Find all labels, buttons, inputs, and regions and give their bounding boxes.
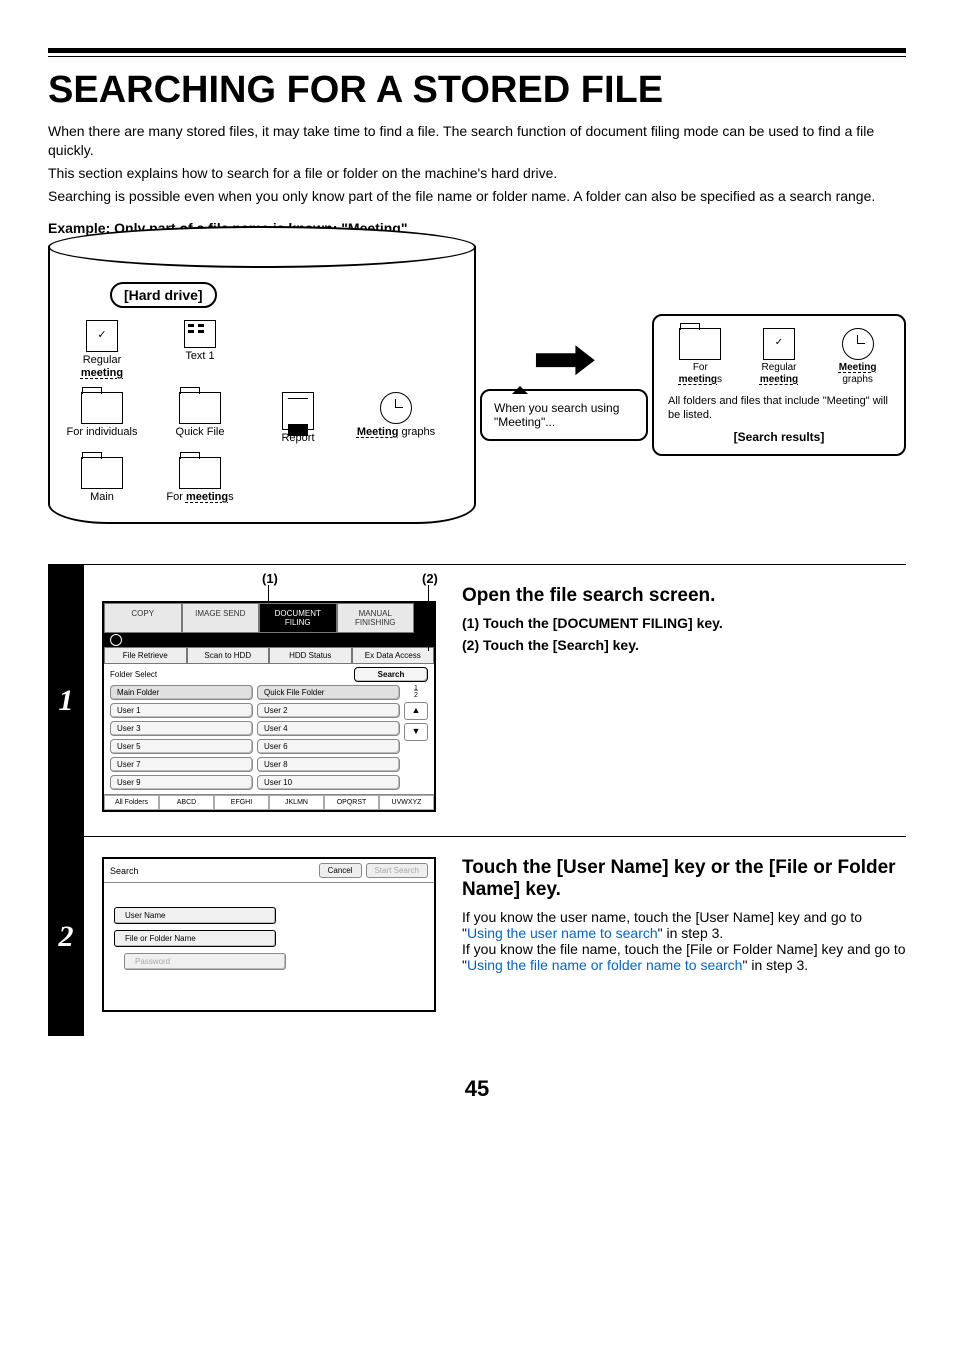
folder-select-label: Folder Select [110, 670, 350, 679]
step1-line1: (1) Touch the [DOCUMENT FILING] key. [462, 615, 906, 631]
doc-check-icon [86, 320, 118, 352]
screen-search: Search Cancel Start Search User Name Fil… [102, 857, 436, 1012]
user-button[interactable]: User 2 [257, 703, 400, 718]
scroll-up-button[interactable]: ▲ [404, 702, 428, 720]
result-graphs: Meetinggraphs [828, 328, 888, 386]
callout-2: (2) [422, 571, 438, 586]
step2-heading: Touch the [User Name] key or the [File o… [462, 857, 906, 901]
start-search-button[interactable]: Start Search [366, 863, 428, 878]
search-button[interactable]: Search [354, 667, 428, 682]
alpha-tab[interactable]: All Folders [104, 795, 159, 810]
folder-icon [81, 392, 123, 424]
user-button[interactable]: User 1 [110, 703, 253, 718]
file-report: Report [258, 392, 338, 445]
hard-drive-cylinder: [Hard drive] Regular meeting Text 1 For … [48, 246, 476, 525]
globe-icon [110, 634, 122, 646]
search-results-box: Formeetings Regularmeeting Meetinggraphs… [652, 314, 906, 457]
subtab-file-retrieve[interactable]: File Retrieve [104, 647, 187, 664]
user-button[interactable]: User 3 [110, 721, 253, 736]
alpha-tab[interactable]: UVWXYZ [379, 795, 434, 810]
search-callout: When you search using "Meeting"... [480, 389, 648, 441]
tab-manual-finishing[interactable]: MANUAL FINISHING [337, 603, 415, 633]
step1-line2: (2) Touch the [Search] key. [462, 637, 906, 653]
hard-drive-label: [Hard drive] [110, 282, 217, 308]
alpha-tab[interactable]: ABCD [159, 795, 214, 810]
user-button[interactable]: User 5 [110, 739, 253, 754]
intro-p3: Searching is possible even when you only… [48, 187, 906, 206]
step-2: 2 Search Cancel Start Search User Name F… [48, 837, 906, 1036]
concept-diagram: [Hard drive] Regular meeting Text 1 For … [48, 246, 906, 525]
tab-copy[interactable]: COPY [104, 603, 182, 633]
page-number: 45 [48, 1076, 906, 1102]
subtab-hdd-status[interactable]: HDD Status [269, 647, 352, 664]
subtab-scan-hdd[interactable]: Scan to HDD [187, 647, 270, 664]
search-title: Search [110, 866, 139, 876]
step-number: 2 [48, 837, 84, 1036]
board-icon [184, 320, 216, 348]
folder-icon [179, 392, 221, 424]
folder-icon [679, 328, 721, 360]
result-regular: Regularmeeting [749, 328, 809, 386]
intro-p2: This section explains how to search for … [48, 164, 906, 183]
step-number: 1 [48, 565, 84, 836]
file-regular-meeting: Regular meeting [62, 320, 142, 380]
step2-p1: If you know the user name, touch the [Us… [462, 909, 906, 941]
tab-document-filing[interactable]: DOCUMENT FILING [259, 603, 337, 633]
results-title: [Search results] [664, 430, 894, 444]
cancel-button[interactable]: Cancel [319, 863, 362, 878]
callout-1: (1) [262, 571, 278, 586]
folder-for-meetings: For meetings [160, 457, 240, 504]
intro-p1: When there are many stored files, it may… [48, 122, 906, 160]
screen-folder-select: COPY IMAGE SEND DOCUMENT FILING MANUAL F… [102, 601, 436, 812]
folder-icon [81, 457, 123, 489]
scroll-down-button[interactable]: ▼ [404, 723, 428, 741]
user-name-button[interactable]: User Name [114, 907, 276, 924]
folder-individuals: For individuals [62, 392, 142, 445]
clock-icon [842, 328, 874, 360]
user-button[interactable]: User 8 [257, 757, 400, 772]
alpha-tab[interactable]: JKLMN [269, 795, 324, 810]
password-button[interactable]: Password [124, 953, 286, 970]
user-button[interactable]: User 7 [110, 757, 253, 772]
user-button[interactable]: User 4 [257, 721, 400, 736]
doc-lines-icon [282, 392, 314, 430]
step2-p2: If you know the file name, touch the [Fi… [462, 941, 906, 973]
link-file-name-search[interactable]: Using the file name or folder name to se… [467, 957, 742, 973]
doc-check-icon [763, 328, 795, 360]
step1-heading: Open the file search screen. [462, 585, 906, 607]
user-button[interactable]: User 6 [257, 739, 400, 754]
alpha-tab[interactable]: EFGHI [214, 795, 269, 810]
step-1: 1 (1) (2) COPY IMAGE SEND DOCUMENT FILIN… [48, 565, 906, 836]
user-button[interactable]: User 9 [110, 775, 253, 790]
file-meeting-graphs: Meeting graphs [356, 392, 436, 445]
folder-quick-file: Quick File [160, 392, 240, 445]
quick-file-folder-button[interactable]: Quick File Folder [257, 685, 400, 700]
result-folder: Formeetings [670, 328, 730, 386]
arrow-right-icon: ➡ [531, 329, 596, 389]
user-button[interactable]: User 10 [257, 775, 400, 790]
page-title: SEARCHING FOR A STORED FILE [48, 69, 906, 112]
main-folder-button[interactable]: Main Folder [110, 685, 253, 700]
file-or-folder-name-button[interactable]: File or Folder Name [114, 930, 276, 947]
folder-main: Main [62, 457, 142, 504]
tab-image-send[interactable]: IMAGE SEND [182, 603, 260, 633]
link-user-name-search[interactable]: Using the user name to search [467, 925, 658, 941]
results-note: All folders and files that include "Meet… [668, 394, 890, 423]
top-rule [48, 48, 906, 57]
subtab-ex-data[interactable]: Ex Data Access [352, 647, 435, 664]
alpha-tab[interactable]: OPQRST [324, 795, 379, 810]
file-text1: Text 1 [160, 320, 240, 380]
folder-icon [179, 457, 221, 489]
clock-icon [380, 392, 412, 424]
